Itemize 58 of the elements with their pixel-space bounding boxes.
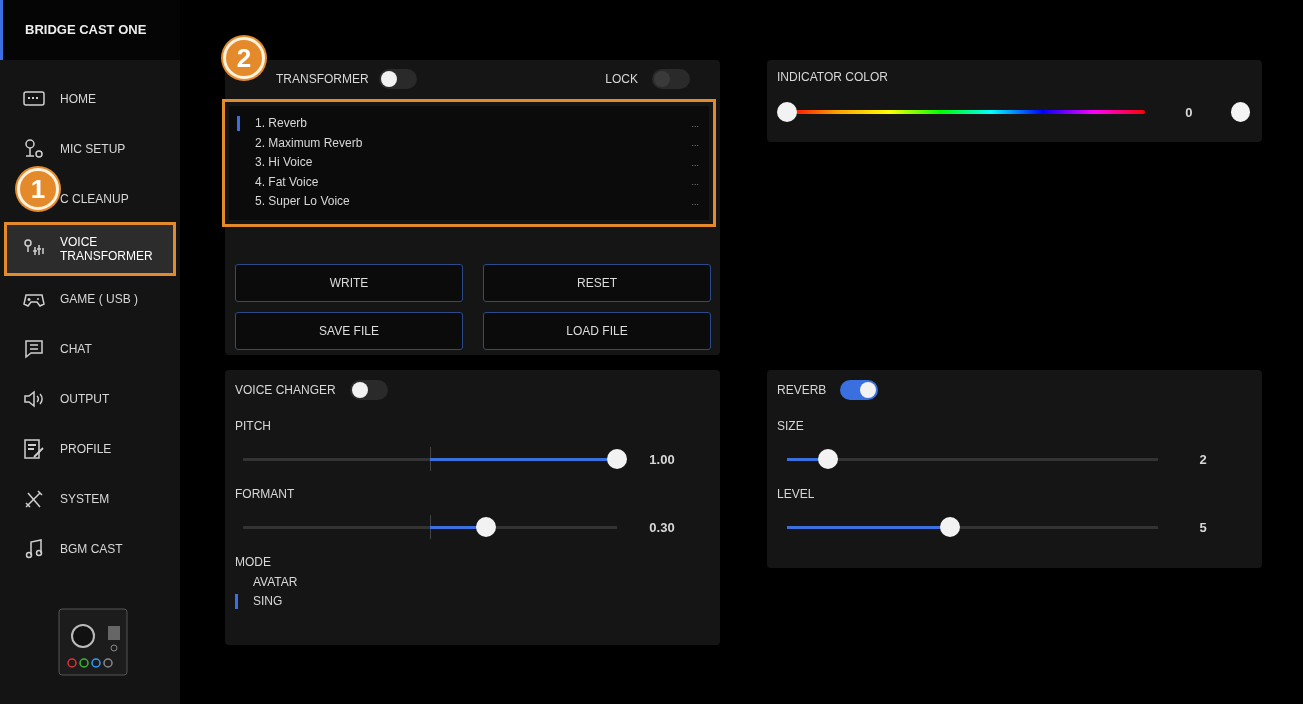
nav-icon <box>22 337 46 361</box>
slider-label: LEVEL <box>777 487 816 501</box>
slider-value: 5 <box>1198 519 1208 535</box>
toggle-label: REVERB <box>777 383 827 397</box>
sidebar-item[interactable]: VOICE TRANSFORMER <box>60 235 160 263</box>
slider-value: 2 <box>1198 451 1208 467</box>
callout-badge: 2 <box>223 37 265 79</box>
sidebar-item[interactable]: HOME <box>60 92 96 106</box>
slider-value: 0.30 <box>648 519 676 535</box>
slider-label: PITCH <box>235 419 272 433</box>
nav-icon <box>22 437 46 461</box>
more-options[interactable]: ... <box>691 118 699 129</box>
sidebar-item[interactable]: BGM CAST <box>60 542 123 556</box>
mode-option[interactable]: SING <box>235 594 283 609</box>
device-drawing <box>58 608 128 676</box>
nav-icon <box>22 137 46 161</box>
slider-label: SIZE <box>777 419 805 433</box>
toggle-switch[interactable] <box>652 69 690 89</box>
preset-item[interactable]: 5. Super Lo Voice <box>237 194 350 210</box>
more-options[interactable]: ... <box>691 138 699 149</box>
more-options[interactable]: ... <box>691 196 699 207</box>
sidebar-item[interactable]: MIC SETUP <box>60 142 126 156</box>
preset-item[interactable]: 3. Hi Voice <box>237 155 313 171</box>
sidebar-item[interactable]: C CLEANUP <box>60 192 129 206</box>
action-button[interactable]: WRITE <box>235 263 463 302</box>
toggle-switch[interactable] <box>349 380 388 400</box>
action-button[interactable]: RESET <box>483 263 711 302</box>
slider-thumb[interactable] <box>940 517 961 537</box>
slider-value: 1.00 <box>648 451 676 467</box>
slider-thumb[interactable] <box>607 449 627 469</box>
more-options[interactable]: ... <box>691 177 699 188</box>
toggle-switch[interactable] <box>840 380 879 400</box>
mode-option[interactable]: AVATAR <box>235 575 298 590</box>
lock-label: LOCK <box>605 72 638 86</box>
toggle-label: VOICE CHANGER <box>235 383 336 397</box>
mode-label: MODE <box>235 555 272 569</box>
slider-thumb[interactable] <box>817 449 838 469</box>
preset-item[interactable]: 4. Fat Voice <box>237 174 319 190</box>
preset-item[interactable]: 2. Maximum Reverb <box>237 135 363 151</box>
app-title: BRIDGE CAST ONE <box>0 0 180 60</box>
sidebar-item[interactable]: CHAT <box>60 342 92 356</box>
slider-label: FORMANT <box>235 487 296 501</box>
sidebar-item[interactable]: SYSTEM <box>60 492 110 506</box>
color-swatch[interactable] <box>1230 102 1250 122</box>
action-button[interactable]: LOAD FILE <box>483 311 711 350</box>
panel-title: INDICATOR COLOR <box>777 70 889 84</box>
toggle-switch[interactable] <box>378 69 417 89</box>
callout-badge: 1 <box>17 168 59 210</box>
slider-thumb[interactable] <box>777 102 797 122</box>
slider-value: 0 <box>1184 104 1194 120</box>
sidebar-item[interactable]: PROFILE <box>60 442 112 456</box>
action-button[interactable]: SAVE FILE <box>235 311 463 350</box>
preset-item[interactable]: 1. Reverb <box>237 116 308 132</box>
slider-thumb[interactable] <box>476 517 497 537</box>
toggle-label: TRANSFORMER <box>276 72 369 86</box>
sidebar-item[interactable]: OUTPUT <box>60 392 110 406</box>
sidebar-item[interactable]: GAME ( USB ) <box>60 292 138 306</box>
more-options[interactable]: ... <box>691 157 699 168</box>
